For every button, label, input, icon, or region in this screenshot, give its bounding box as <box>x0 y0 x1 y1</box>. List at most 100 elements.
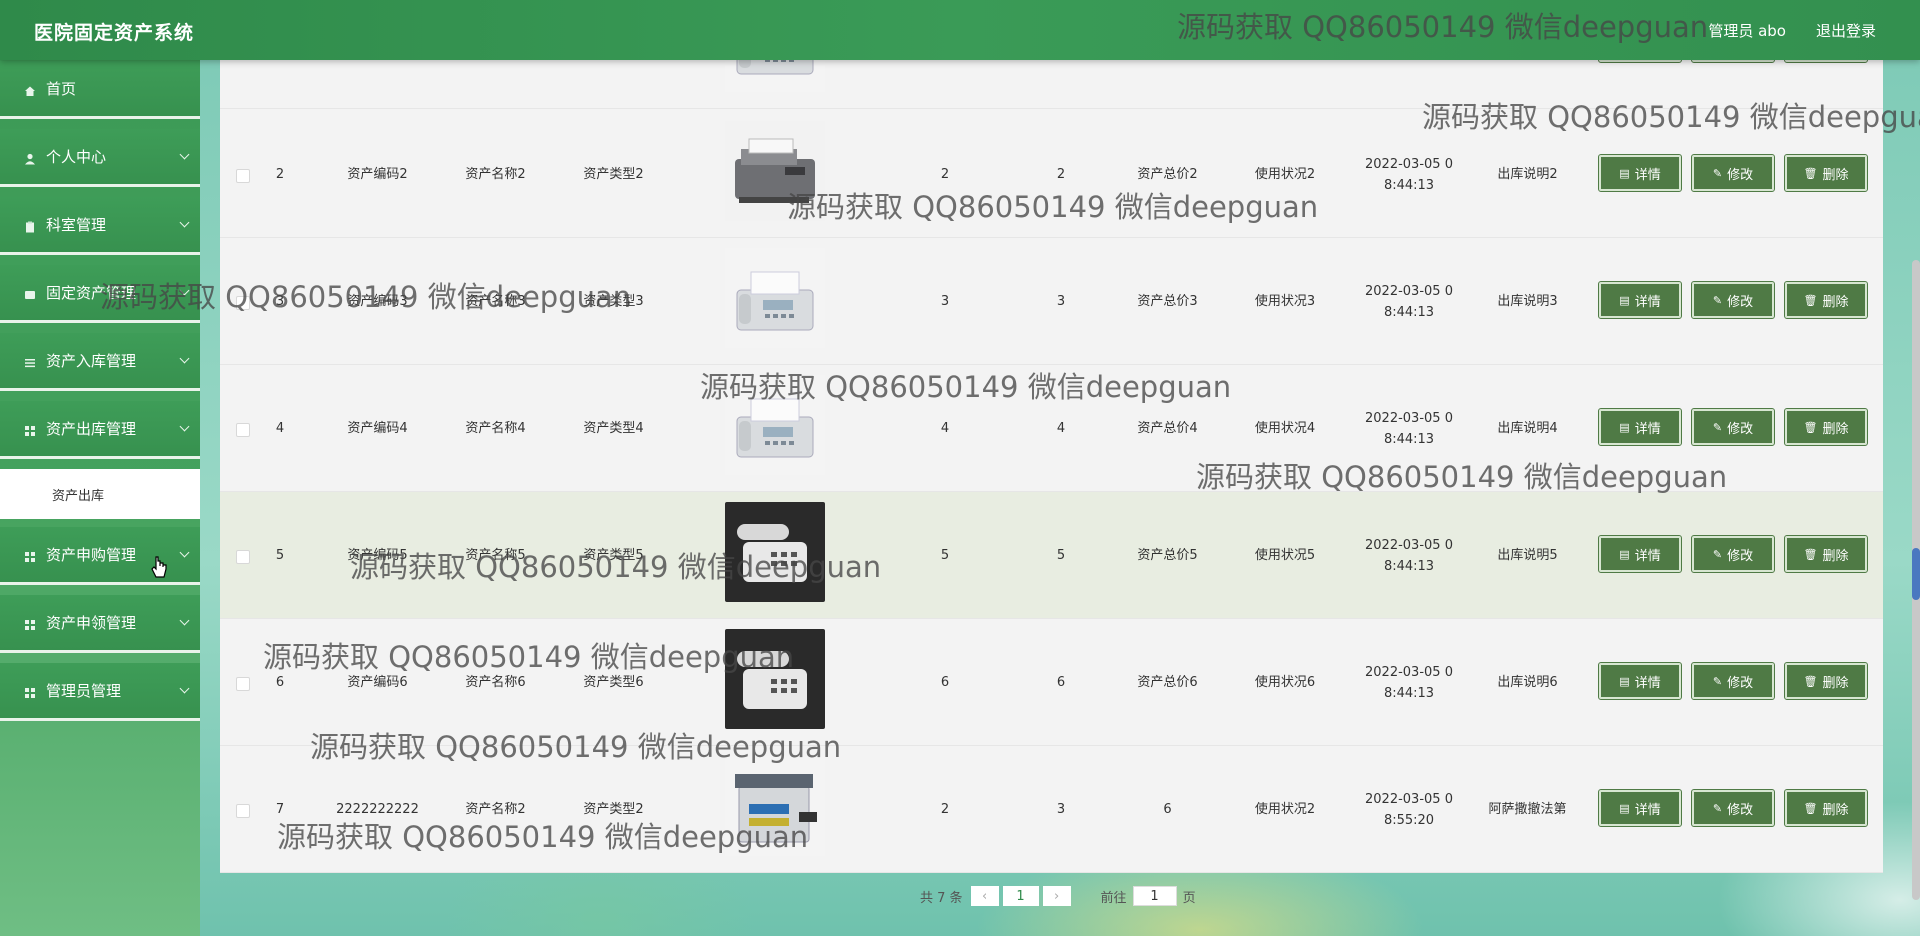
chevron-down-icon <box>179 683 190 694</box>
goto-page-input[interactable]: 1 <box>1132 886 1177 906</box>
table-row: 4 资产编码4 资产名称4 资产类型4 4 4 资产总价4 使用状况4 2022-03-05 0… <box>220 365 1883 492</box>
detail-button[interactable]: ▤ 详情 <box>1598 408 1682 446</box>
sidebar-item-label: 科室管理 <box>46 216 107 234</box>
delete-button[interactable]: 🗑 删除 <box>1784 281 1868 319</box>
row-checkbox[interactable] <box>236 677 250 691</box>
folder-icon <box>24 287 36 299</box>
clipboard-icon <box>24 219 36 232</box>
sidebar-item-label: 个人中心 <box>46 148 107 166</box>
cell-status: 使用状况2 <box>1254 802 1316 817</box>
chevron-down-icon <box>179 285 190 296</box>
sidebar-item-7[interactable]: 资产申领管理 <box>0 595 200 653</box>
delete-button[interactable]: 🗑 删除 <box>1784 789 1868 827</box>
pencil-icon: ✎ <box>1712 166 1723 180</box>
cell-name: 资产名称2 <box>465 167 526 182</box>
document-icon: ▤ <box>1619 547 1630 561</box>
next-page-button[interactable]: › <box>1042 886 1071 906</box>
document-icon: ▤ <box>1619 674 1630 688</box>
edit-button[interactable]: ✎ 修改 <box>1691 662 1775 700</box>
delete-button[interactable]: 🗑 删除 <box>1784 535 1868 573</box>
delete-button[interactable]: 🗑 删除 <box>1784 154 1868 192</box>
row-checkbox[interactable] <box>236 169 250 183</box>
detail-button[interactable]: ▤ 详情 <box>1598 662 1682 700</box>
mouse-cursor-icon <box>151 556 167 578</box>
submenu-item-asset-out[interactable]: 资产出库 <box>0 469 200 519</box>
sidebar-item-6[interactable]: 资产申购管理 <box>0 527 200 585</box>
sidebar-item-8[interactable]: 管理员管理 <box>0 663 200 721</box>
document-icon: ▤ <box>1619 801 1630 815</box>
edit-button[interactable]: ✎ 修改 <box>1691 281 1775 319</box>
delete-label: 删除 <box>1822 167 1849 183</box>
prev-page-button[interactable]: ‹ <box>970 886 999 906</box>
chevron-down-icon <box>179 421 190 432</box>
document-icon: ▤ <box>1619 166 1630 180</box>
sidebar-item-0[interactable]: 首页 <box>0 61 200 119</box>
cell-b: 3 <box>1056 802 1066 817</box>
detail-button[interactable]: ▤ 详情 <box>1598 535 1682 573</box>
edit-label: 修改 <box>1727 421 1754 437</box>
delete-button[interactable]: 🗑 删除 <box>1784 662 1868 700</box>
page-suffix: 页 <box>1182 890 1196 906</box>
detail-button[interactable]: ▤ 详情 <box>1598 154 1682 192</box>
cell-code: 资产编码5 <box>347 548 408 563</box>
asset-image-phone <box>725 502 825 602</box>
pagination-total: 共 7 条 <box>920 890 963 906</box>
cell-time: 2022-03-05 08:44:13 <box>1365 156 1453 193</box>
table-row: 2 资产编码2 资产名称2 资产类型2 2 2 资产总价2 使用状况2 2022-03-05 0… <box>220 111 1883 238</box>
home-icon <box>24 83 36 96</box>
pencil-icon: ✎ <box>1712 420 1723 434</box>
cell-type: 资产类型4 <box>583 421 644 436</box>
cell-total: 资产总价2 <box>1137 167 1198 182</box>
detail-label: 详情 <box>1634 675 1661 691</box>
cell-note: 出库说明3 <box>1497 294 1558 309</box>
cell-status: 使用状况2 <box>1254 167 1316 182</box>
edit-label: 修改 <box>1727 294 1754 310</box>
sidebar-item-4[interactable]: 资产入库管理 <box>0 333 200 391</box>
edit-button[interactable]: ✎ 修改 <box>1691 154 1775 192</box>
trash-icon: 🗑 <box>1803 293 1818 307</box>
sidebar-item-1[interactable]: 个人中心 <box>0 129 200 187</box>
row-checkbox[interactable] <box>236 296 250 310</box>
table-row: 6 资产编码6 资产名称6 资产类型6 6 6 资产总价6 使用状况6 2022-03-05 0… <box>220 619 1883 746</box>
asset-image-copier <box>725 756 825 856</box>
cell-code: 资产编码3 <box>347 294 408 309</box>
cell-index: 6 <box>275 675 285 690</box>
scrollbar-thumb[interactable] <box>1912 548 1920 600</box>
cell-time: 2022-03-05 08:44:13 <box>1365 664 1453 701</box>
edit-button[interactable]: ✎ 修改 <box>1691 408 1775 446</box>
row-checkbox[interactable] <box>236 550 250 564</box>
sidebar-item-label: 管理员管理 <box>46 682 122 700</box>
sidebar-item-2[interactable]: 科室管理 <box>0 197 200 255</box>
cell-name: 资产名称2 <box>465 802 526 817</box>
delete-label: 删除 <box>1822 802 1849 818</box>
cell-name: 资产名称4 <box>465 421 526 436</box>
edit-button[interactable]: ✎ 修改 <box>1691 789 1775 827</box>
cell-total: 6 <box>1163 802 1172 817</box>
cell-code: 资产编码6 <box>347 675 408 690</box>
sidebar-item-5[interactable]: 资产出库管理 <box>0 401 200 459</box>
delete-button[interactable]: 🗑 删除 <box>1784 408 1868 446</box>
edit-label: 修改 <box>1727 675 1754 691</box>
row-checkbox[interactable] <box>236 423 250 437</box>
cell-time: 2022-03-05 08:44:13 <box>1365 283 1453 320</box>
grid-icon <box>24 685 36 698</box>
cell-code: 2222222222 <box>336 802 419 817</box>
page-number[interactable]: 1 <box>1002 886 1039 906</box>
chevron-down-icon <box>179 547 190 558</box>
cell-b: 5 <box>1056 548 1066 563</box>
delete-label: 删除 <box>1822 548 1849 564</box>
cell-time: 2022-03-05 08:44:13 <box>1365 537 1453 574</box>
logout-link[interactable]: 退出登录 <box>1816 20 1876 41</box>
edit-button[interactable]: ✎ 修改 <box>1691 535 1775 573</box>
detail-button[interactable]: ▤ 详情 <box>1598 281 1682 319</box>
cell-index: 2 <box>275 167 285 182</box>
grid-icon <box>24 549 36 562</box>
trash-icon: 🗑 <box>1803 801 1818 815</box>
cell-type: 资产类型6 <box>583 675 644 690</box>
delete-label: 删除 <box>1822 675 1849 691</box>
detail-button[interactable]: ▤ 详情 <box>1598 789 1682 827</box>
sidebar-item-3[interactable]: 固定资产管理 <box>0 265 200 323</box>
detail-label: 详情 <box>1634 421 1661 437</box>
cell-total: 资产总价4 <box>1137 421 1198 436</box>
row-checkbox[interactable] <box>236 804 250 818</box>
